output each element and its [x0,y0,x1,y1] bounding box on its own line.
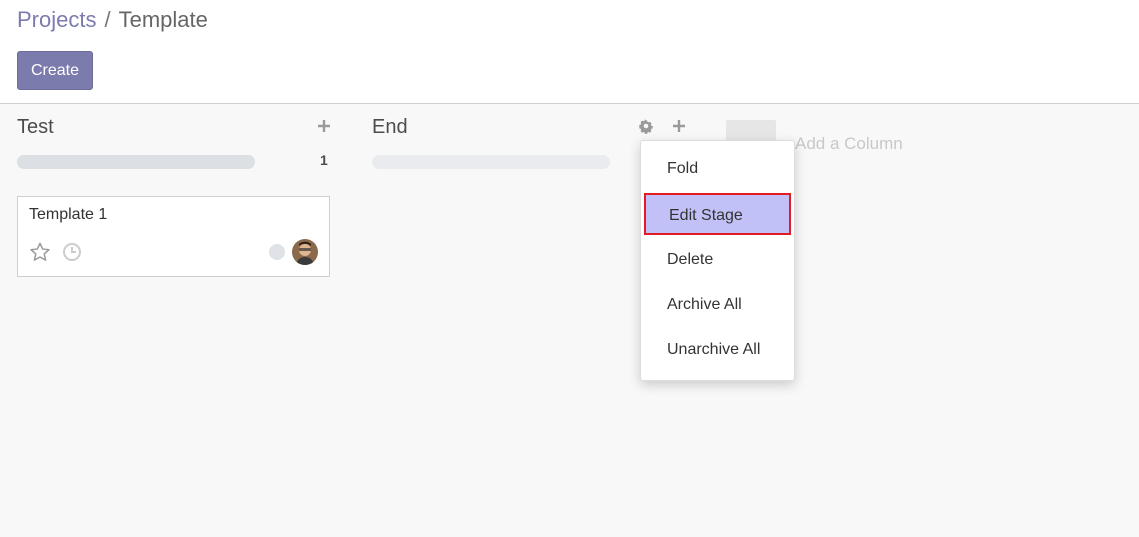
column-count: 1 [320,152,328,168]
menu-item-unarchive-all[interactable]: Unarchive All [641,329,796,371]
kanban-board: Test 1 Template 1 End Add a Column [0,104,1139,537]
plus-icon[interactable] [316,118,332,134]
avatar [292,239,318,265]
star-outline-icon[interactable] [29,241,51,263]
breadcrumb-separator: / [104,7,111,32]
column-progress-bar[interactable] [372,155,610,169]
clock-icon[interactable] [62,242,82,262]
kanban-card[interactable]: Template 1 [17,196,330,277]
status-dot-icon[interactable] [269,244,285,260]
gear-icon[interactable] [638,118,654,134]
menu-item-archive-all[interactable]: Archive All [641,284,796,326]
create-button[interactable]: Create [17,51,93,90]
menu-item-delete[interactable]: Delete [641,239,796,281]
control-panel: Projects / Template Create [0,0,1139,104]
breadcrumb-current: Template [118,7,208,32]
column-progress-bar[interactable] [17,155,255,169]
card-title: Template 1 [29,206,108,223]
column-title[interactable]: Test [17,115,54,139]
breadcrumb-projects-link[interactable]: Projects [17,7,96,32]
menu-item-edit-stage[interactable]: Edit Stage [644,193,791,235]
column-title[interactable]: End [372,115,408,139]
stage-settings-menu: Fold Edit Stage Delete Archive All Unarc… [640,140,795,381]
breadcrumb: Projects / Template [17,6,208,34]
add-column-label[interactable]: Add a Column [795,134,903,154]
menu-item-fold[interactable]: Fold [641,148,796,190]
plus-icon[interactable] [671,118,687,134]
